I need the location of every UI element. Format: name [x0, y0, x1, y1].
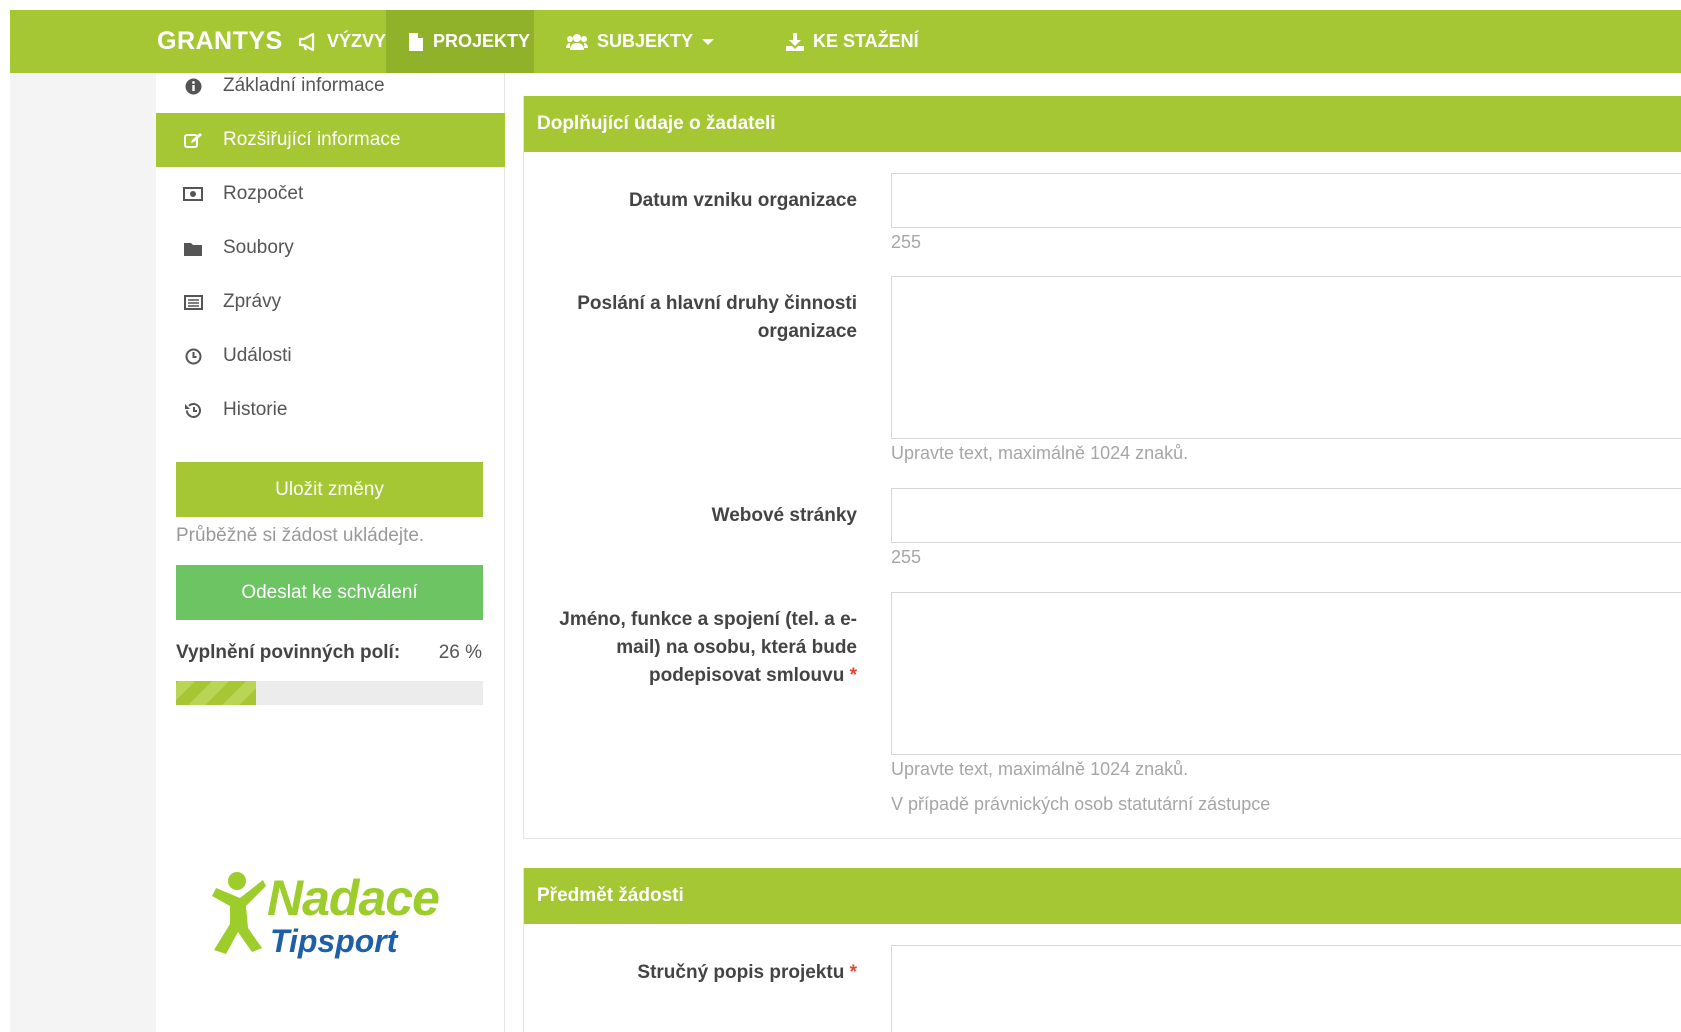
request-subject-panel: Předmět žádosti Stručný popis projektu *	[523, 868, 1681, 1032]
sidebar-item-label: Události	[223, 345, 292, 366]
money-icon	[183, 184, 203, 204]
file-icon	[408, 32, 424, 52]
sidebar-item-label: Základní informace	[223, 75, 385, 96]
sidebar-item-udalosti[interactable]: Události	[156, 329, 505, 383]
signatory-textarea[interactable]	[891, 592, 1681, 755]
sidebar-item-label: Rozpočet	[223, 183, 304, 204]
sidebar-item-zpravy[interactable]: Zprávy	[156, 275, 505, 329]
logo-text-nadace: Nadace	[267, 870, 440, 926]
website-input[interactable]	[891, 488, 1681, 543]
panel-title: Předmět žádosti	[524, 868, 1681, 924]
sidebar-item-rozpocet[interactable]: Rozpočet	[156, 167, 505, 221]
download-icon	[786, 32, 804, 51]
field-label-text: Jméno, funkce a spojení (tel. a e-mail) …	[559, 609, 857, 686]
nav-ke-stazeni[interactable]: KE STAŽENÍ	[764, 10, 941, 73]
progress-value: 26 %	[438, 642, 482, 663]
megaphone-icon	[298, 32, 318, 51]
field-help: 255	[891, 547, 922, 567]
mission-textarea[interactable]	[891, 276, 1681, 439]
required-marker: *	[849, 962, 857, 983]
nadace-tipsport-logo: Nadace Tipsport	[200, 866, 450, 962]
field-help: Upravte text, maximálně 1024 znaků.	[891, 759, 1189, 779]
field-label: Datum vzniku organizace	[628, 190, 857, 211]
project-sidebar: Základní informace Rozšiřující informace…	[156, 73, 505, 1032]
folder-icon	[183, 238, 203, 258]
required-marker: *	[849, 665, 857, 686]
sidebar-item-historie[interactable]: Historie	[156, 383, 505, 437]
field-label: Webové stránky	[711, 505, 857, 526]
sidebar-item-label: Zprávy	[223, 291, 282, 312]
page-gutter	[10, 73, 156, 1032]
sidebar-item-zakladni-informace[interactable]: Základní informace	[156, 59, 505, 113]
progress-bar	[176, 681, 483, 705]
field-help: 255	[891, 232, 922, 252]
edit-icon	[183, 130, 203, 150]
history-icon	[183, 400, 203, 420]
nav-label: KE STAŽENÍ	[813, 31, 919, 51]
founding-date-input[interactable]	[891, 173, 1681, 228]
save-changes-button[interactable]: Uložit změny	[176, 462, 483, 517]
project-summary-textarea[interactable]	[891, 945, 1681, 1032]
save-hint: Průběžně si žádost ukládejte.	[176, 525, 425, 546]
submit-for-approval-button[interactable]: Odeslat ke schválení	[176, 565, 483, 620]
sidebar-item-label: Rozšiřující informace	[223, 129, 401, 150]
logo-text-tipsport: Tipsport	[270, 923, 398, 959]
caret-down-icon	[702, 38, 715, 46]
field-help-secondary: V případě právnických osob statutární zá…	[891, 794, 1271, 814]
progress-label: Vyplnění povinných polí:	[176, 642, 401, 663]
nav-label: SUBJEKTY	[597, 31, 694, 51]
clock-icon	[183, 346, 203, 366]
sidebar-item-soubory[interactable]: Soubory	[156, 221, 505, 275]
field-label: Stručný popis projektu *	[537, 959, 857, 987]
info-circle-icon	[183, 76, 203, 96]
sidebar-item-label: Historie	[223, 399, 288, 420]
sidebar-item-label: Soubory	[223, 237, 294, 258]
nav-subjekty[interactable]: SUBJEKTY	[544, 10, 736, 73]
field-label-text: Stručný popis projektu	[637, 962, 845, 983]
field-help: Upravte text, maximálně 1024 znaků.	[891, 443, 1189, 463]
panel-title: Doplňující údaje o žadateli	[524, 96, 1681, 152]
progress-bar-fill	[176, 681, 256, 705]
field-label: Jméno, funkce a spojení (tel. a e-mail) …	[557, 606, 857, 690]
field-label: Poslání a hlavní druhy činnosti organiza…	[577, 293, 857, 342]
users-icon	[566, 33, 588, 51]
applicant-details-panel: Doplňující údaje o žadateli Datum vzniku…	[523, 96, 1681, 839]
sidebar-item-rozsirujici-informace[interactable]: Rozšiřující informace	[156, 113, 505, 167]
list-icon	[183, 292, 203, 312]
